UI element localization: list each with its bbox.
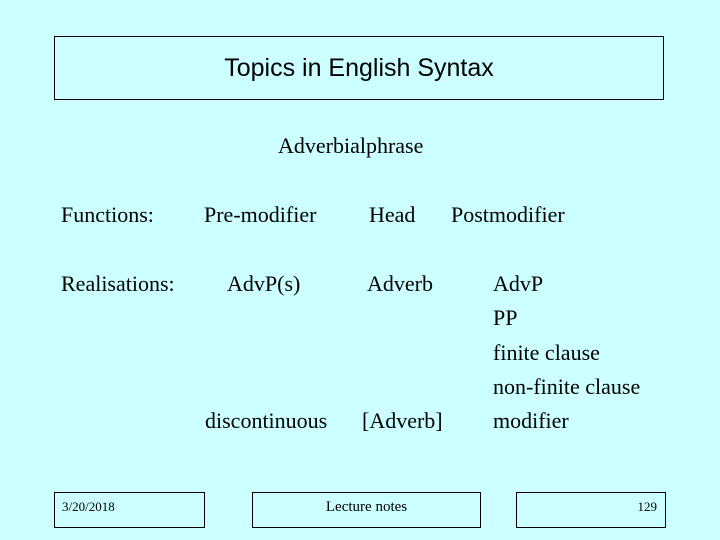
realisation-post-item: modifier [493,408,569,433]
function-pre-modifier: Pre-modifier [204,202,317,227]
realisation-post-item: PP [493,305,518,330]
slide-title-box: Topics in English Syntax [54,36,664,100]
functions-label: Functions: [61,202,154,227]
realisation-post-item: AdvP [493,271,544,296]
realisation-post-item: finite clause [493,340,600,365]
realisation-pre-modifier: AdvP(s) [227,271,301,296]
realisation-head: Adverb [367,271,433,296]
function-head: Head [369,202,416,227]
footer-center-box: Lecture notes [252,492,481,528]
slide-title: Topics in English Syntax [224,53,494,82]
footer-page-number: 129 [637,499,658,514]
footer-page-box: 129 [516,492,666,528]
footer-date: 3/20/2018 [62,499,115,514]
realisations-label: Realisations: [61,271,175,296]
slide-subtitle: Adverbialphrase [278,133,424,158]
discontinuous-label: discontinuous [205,408,328,433]
realisation-post-item: non-finite clause [493,374,641,399]
function-post-modifier: Postmodifier [451,202,565,227]
head-discontinuous: [Adverb] [362,408,443,433]
footer-date-box: 3/20/2018 [54,492,205,528]
footer-center-text: Lecture notes [325,499,408,515]
